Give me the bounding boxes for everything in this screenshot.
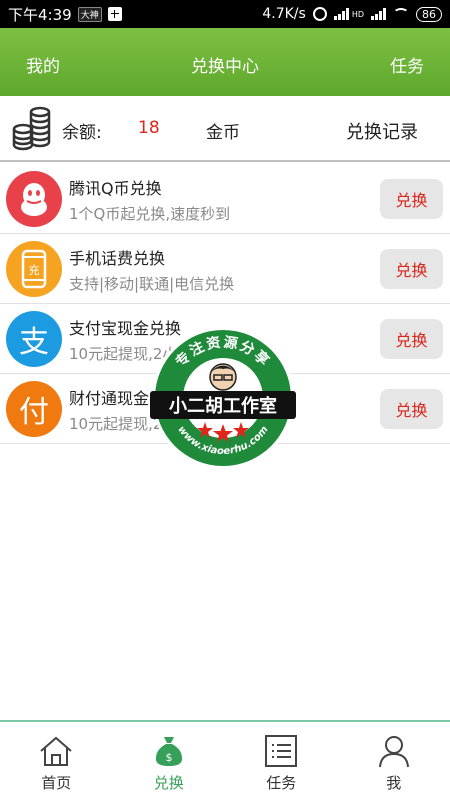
wifi-icon xyxy=(393,8,409,20)
alipay-icon: 支 xyxy=(6,311,62,367)
money-bag-icon: $ xyxy=(155,737,182,766)
task-list-icon xyxy=(265,735,298,767)
exchange-button[interactable]: 兑换 xyxy=(380,249,443,289)
home-icon xyxy=(40,736,72,766)
status-time: 下午4:39 xyxy=(8,5,72,24)
balance-unit: 金币 xyxy=(206,123,240,143)
balance-row: 余额: 18 金币 兑换记录 xyxy=(0,96,450,162)
app-grid-icon xyxy=(107,7,122,21)
balance-value: 18 xyxy=(138,118,160,138)
list-item-phone[interactable]: 充 手机话费兑换 支持|移动|联通|电信兑换 兑换 xyxy=(0,234,450,304)
nav-task[interactable]: 任务 xyxy=(225,722,338,800)
app-header: 我的 兑换中心 任务 xyxy=(0,28,450,96)
watermark-stamp: 专注资源分享 www.xiaoerhu.com 小二胡工作室 xyxy=(150,327,296,469)
page-title: 兑换中心 xyxy=(191,57,259,77)
tenpay-icon: 付 xyxy=(6,381,62,437)
signal-icon xyxy=(333,8,349,20)
signal-icon-2 xyxy=(371,8,386,20)
item-subtitle: 1个Q币起兑换,速度秒到 xyxy=(69,205,231,223)
item-title: 腾讯Q币兑换 xyxy=(69,179,162,198)
nav-exchange[interactable]: $ 兑换 xyxy=(113,722,226,800)
nav-home[interactable]: 首页 xyxy=(0,722,113,800)
status-bar: 下午4:39 大神 4.7K/s HD 86 xyxy=(0,0,450,28)
cartoon-face-icon xyxy=(209,363,237,391)
coin-stack-icon xyxy=(12,106,51,151)
recharge-glyph: 充 xyxy=(29,263,40,277)
bottom-nav: 首页 $ 兑换 任务 我 xyxy=(0,720,450,800)
header-task-link[interactable]: 任务 xyxy=(390,52,424,77)
phone-recharge-icon: 充 xyxy=(6,241,62,297)
nav-label: 我 xyxy=(386,774,402,792)
user-icon xyxy=(378,736,409,768)
nav-me[interactable]: 我 xyxy=(338,722,450,800)
battery-indicator: 86 xyxy=(416,6,442,22)
exchange-button[interactable]: 兑换 xyxy=(380,389,443,429)
list-item-qcoin[interactable]: 腾讯Q币兑换 1个Q币起兑换,速度秒到 兑换 xyxy=(0,164,450,234)
svg-text:$: $ xyxy=(165,751,172,764)
nav-label: 兑换 xyxy=(153,774,184,792)
exchange-record-link[interactable]: 兑换记录 xyxy=(346,118,418,144)
penguin-icon xyxy=(6,171,62,227)
net-speed: 4.7K/s xyxy=(262,6,306,22)
alarm-icon xyxy=(312,7,327,21)
exchange-button[interactable]: 兑换 xyxy=(380,179,443,219)
item-subtitle: 支持|移动|联通|电信兑换 xyxy=(69,275,235,293)
nav-label: 任务 xyxy=(266,774,297,792)
app-badge: 大神 xyxy=(77,6,102,22)
exchange-button[interactable]: 兑换 xyxy=(380,319,443,359)
watermark-center-text: 小二胡工作室 xyxy=(169,395,277,417)
item-title: 手机话费兑换 xyxy=(69,249,166,268)
hd-label: HD xyxy=(351,9,364,19)
nav-label: 首页 xyxy=(41,774,72,792)
balance-label: 余额: xyxy=(62,123,102,143)
